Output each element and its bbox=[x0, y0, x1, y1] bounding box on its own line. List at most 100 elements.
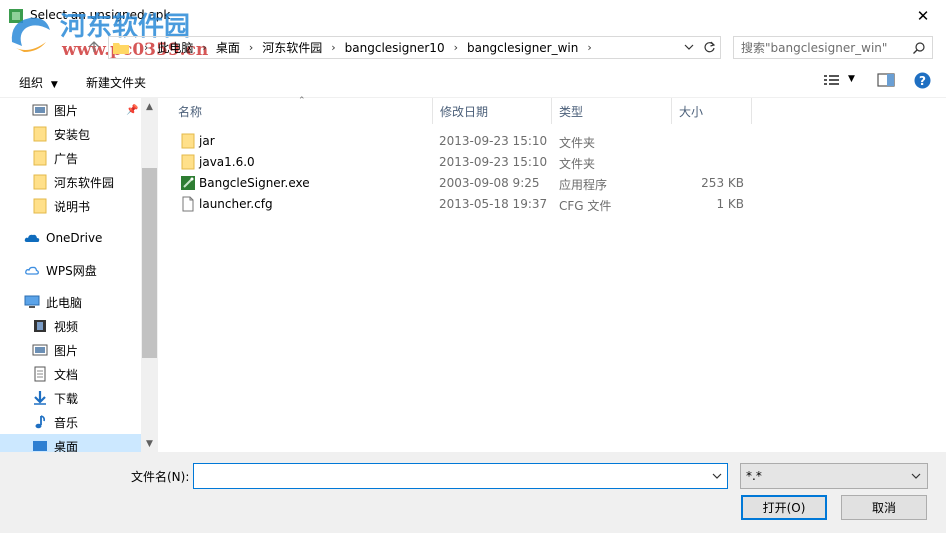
breadcrumb-item[interactable]: bangclesigner_win bbox=[467, 41, 578, 55]
navigation-bar: › 此电脑 › 桌面 › 河东软件园 › bangclesigner10 › b… bbox=[0, 33, 946, 61]
sidebar-item-label: 说明书 bbox=[54, 199, 91, 214]
file-row[interactable]: java1.6.0 2013-09-23 15:10 文件夹 bbox=[173, 152, 753, 173]
filename-label: 文件名(N): bbox=[131, 470, 190, 484]
documents-icon bbox=[34, 366, 46, 382]
help-icon[interactable]: ? bbox=[914, 72, 931, 89]
dialog-footer: 文件名(N): *.* 打开(O) 取消 bbox=[0, 452, 946, 533]
search-icon[interactable] bbox=[912, 41, 926, 55]
file-type: 文件夹 bbox=[559, 157, 596, 171]
close-button[interactable]: ✕ bbox=[900, 0, 946, 32]
navigation-pane: 图片 📌 安装包 广告 河东软件园 说明书 OneDrive WPS网盘 此电脑… bbox=[0, 98, 158, 458]
file-date: 2013-09-23 15:10 bbox=[439, 134, 548, 148]
chevron-right-icon[interactable]: › bbox=[454, 41, 458, 54]
address-bar[interactable]: › 此电脑 › 桌面 › 河东软件园 › bangclesigner10 › b… bbox=[108, 36, 721, 59]
view-dropdown-icon[interactable]: ▼ bbox=[848, 74, 855, 84]
download-icon bbox=[34, 391, 46, 405]
sidebar-item-label: 安装包 bbox=[54, 127, 91, 142]
scroll-up-icon[interactable]: ▲ bbox=[141, 98, 158, 115]
sidebar-item-label: 视频 bbox=[54, 319, 79, 334]
file-name: BangcleSigner.exe bbox=[199, 176, 310, 190]
file-list: ⌃ 名称 修改日期 类型 大小 jar 2013-09-23 15:10 文件夹… bbox=[159, 96, 946, 452]
search-placeholder: 搜索"bangclesigner_win" bbox=[741, 41, 888, 55]
filename-input[interactable] bbox=[193, 463, 728, 489]
breadcrumb-item[interactable]: 河东软件园 bbox=[262, 39, 322, 56]
chevron-right-icon[interactable]: › bbox=[331, 41, 335, 54]
preview-pane-icon[interactable] bbox=[877, 72, 895, 88]
search-input[interactable]: 搜索"bangclesigner_win" bbox=[733, 36, 933, 59]
file-size: 1 KB bbox=[716, 197, 744, 211]
sidebar-item-label: WPS网盘 bbox=[46, 263, 97, 278]
folder-icon bbox=[33, 198, 47, 214]
folder-icon bbox=[33, 174, 47, 190]
column-header-date[interactable]: 修改日期 bbox=[433, 98, 552, 124]
sidebar-item-this-pc[interactable]: 此电脑 bbox=[24, 290, 141, 314]
file-type: 文件夹 bbox=[559, 136, 596, 150]
filetype-value: *.* bbox=[746, 469, 762, 483]
filetype-select[interactable]: *.* bbox=[740, 463, 928, 489]
refresh-button[interactable] bbox=[698, 37, 720, 58]
organize-button[interactable]: 组织 ▼ bbox=[19, 74, 58, 91]
onedrive-icon bbox=[24, 234, 40, 242]
file-icon bbox=[182, 196, 194, 212]
view-options-icon[interactable] bbox=[823, 72, 841, 88]
folder-icon bbox=[181, 133, 195, 149]
chevron-right-icon: › bbox=[144, 41, 149, 54]
chevron-down-icon[interactable] bbox=[683, 41, 695, 53]
file-name: java1.6.0 bbox=[199, 155, 255, 169]
sidebar-item-downloads[interactable]: 下载 bbox=[32, 386, 141, 410]
new-folder-button[interactable]: 新建文件夹 bbox=[86, 74, 146, 91]
svg-text:?: ? bbox=[919, 74, 926, 88]
pictures-icon bbox=[32, 104, 48, 116]
folder-icon bbox=[33, 126, 47, 142]
open-button[interactable]: 打开(O) bbox=[741, 495, 827, 520]
sidebar-item-pictures-pinned[interactable]: 图片 📌 bbox=[32, 98, 141, 122]
music-icon bbox=[35, 415, 45, 429]
sidebar-scrollbar[interactable]: ▲ ▼ bbox=[141, 98, 158, 452]
file-type: 应用程序 bbox=[559, 178, 608, 192]
scroll-down-icon[interactable]: ▼ bbox=[141, 435, 158, 452]
folder-icon bbox=[33, 150, 47, 166]
sidebar-item-label: 图片 bbox=[54, 103, 79, 118]
pictures-icon bbox=[32, 344, 48, 356]
breadcrumb-item[interactable]: bangclesigner10 bbox=[345, 41, 445, 55]
sidebar-item-videos[interactable]: 视频 bbox=[32, 314, 141, 338]
file-row[interactable]: launcher.cfg 2013-05-18 19:37 CFG 文件 1 K… bbox=[173, 194, 753, 215]
caret-down-icon: ▼ bbox=[50, 80, 58, 90]
refresh-icon bbox=[704, 41, 716, 53]
file-type: CFG 文件 bbox=[559, 199, 612, 213]
file-date: 2013-09-23 15:10 bbox=[439, 155, 548, 169]
cancel-button[interactable]: 取消 bbox=[841, 495, 927, 520]
sidebar-item-hedong[interactable]: 河东软件园 bbox=[32, 170, 141, 194]
up-button[interactable] bbox=[84, 37, 104, 57]
sidebar-item-documents[interactable]: 文档 bbox=[32, 362, 141, 386]
chevron-down-icon[interactable] bbox=[711, 470, 723, 482]
file-row[interactable]: BangcleSigner.exe 2003-09-08 9:25 应用程序 2… bbox=[173, 173, 753, 194]
chevron-right-icon[interactable]: › bbox=[587, 41, 591, 54]
file-date: 2013-05-18 19:37 bbox=[439, 197, 548, 211]
sidebar-item-label: 下载 bbox=[54, 391, 79, 406]
sidebar-item-ads[interactable]: 广告 bbox=[32, 146, 141, 170]
column-header-size[interactable]: 大小 bbox=[672, 98, 752, 124]
file-name: jar bbox=[199, 134, 215, 148]
file-name: launcher.cfg bbox=[199, 197, 273, 211]
sidebar-item-music[interactable]: 音乐 bbox=[32, 410, 141, 434]
folder-icon bbox=[113, 42, 129, 54]
chevron-right-icon[interactable]: › bbox=[249, 41, 253, 54]
column-header-type[interactable]: 类型 bbox=[552, 98, 672, 124]
file-row[interactable]: jar 2013-09-23 15:10 文件夹 bbox=[173, 131, 753, 152]
sidebar-item-pictures[interactable]: 图片 bbox=[32, 338, 141, 362]
breadcrumb-item[interactable]: 此电脑 bbox=[157, 39, 193, 56]
breadcrumb-item[interactable]: 桌面 bbox=[216, 39, 240, 56]
exe-icon bbox=[181, 176, 195, 190]
sidebar-item-label: OneDrive bbox=[46, 231, 103, 245]
sidebar-item-manual[interactable]: 说明书 bbox=[32, 194, 141, 218]
window-title: Select an unsigned apk bbox=[30, 8, 171, 22]
column-header-name[interactable]: 名称 bbox=[171, 98, 433, 124]
sidebar-item-onedrive[interactable]: OneDrive bbox=[24, 226, 141, 250]
video-icon bbox=[34, 320, 46, 332]
title-bar: Select an unsigned apk ✕ bbox=[0, 0, 946, 32]
scrollbar-thumb[interactable] bbox=[142, 168, 157, 358]
chevron-right-icon[interactable]: › bbox=[202, 41, 206, 54]
sidebar-item-installers[interactable]: 安装包 bbox=[32, 122, 141, 146]
sidebar-item-wps-cloud[interactable]: WPS网盘 bbox=[24, 258, 141, 282]
